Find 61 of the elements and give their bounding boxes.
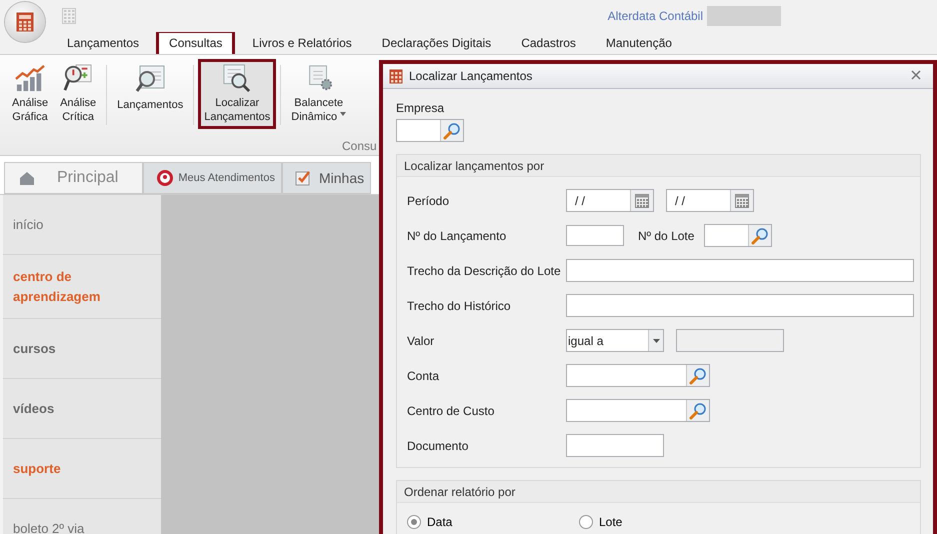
- field-label: Valor: [407, 334, 436, 348]
- menu-tab[interactable]: Manutenção: [592, 30, 685, 54]
- menu-tab[interactable]: Livros e Relatórios: [239, 30, 365, 54]
- page-tab[interactable]: Meus Atendimentos: [143, 162, 282, 194]
- radio-option[interactable]: Lote: [579, 515, 751, 529]
- bar-chart-icon: [14, 64, 46, 92]
- search-icon: [443, 122, 461, 140]
- field-label: Conta: [407, 368, 440, 382]
- search-icon: [689, 402, 707, 420]
- group-title: Localizar lançamentos por: [397, 155, 920, 177]
- home-icon: [19, 171, 35, 185]
- magnifier-document-icon: [62, 64, 94, 92]
- lookup-field[interactable]: [396, 119, 464, 142]
- ribbon-button[interactable]: Localizar Lançamentos: [198, 59, 276, 129]
- ribbon-button[interactable]: Balancete Dinâmico: [285, 59, 352, 129]
- input-field[interactable]: [566, 225, 624, 246]
- ribbon-button[interactable]: Análise Crítica: [54, 59, 102, 129]
- page-tab[interactable]: Minhas: [282, 162, 372, 194]
- ribbon-button[interactable]: Análise Gráfica: [6, 59, 54, 129]
- field-label: Nº do Lote: [638, 228, 694, 242]
- search-icon: [751, 226, 770, 244]
- dropdown-field[interactable]: igual a: [566, 329, 664, 352]
- document-search-icon: [134, 64, 166, 94]
- radio-button[interactable]: [407, 515, 421, 529]
- date-field[interactable]: / /: [666, 189, 754, 212]
- radio-button[interactable]: [579, 515, 593, 529]
- calendar-icon: [735, 194, 749, 208]
- ribbon-group-label: Consu: [342, 139, 377, 153]
- menu-tab[interactable]: Declarações Digitais: [368, 30, 504, 54]
- ribbon-button[interactable]: Lançamentos: [111, 59, 190, 129]
- calculator-icon[interactable]: [62, 8, 76, 24]
- radio-option[interactable]: Data: [407, 515, 579, 529]
- input-field[interactable]: [566, 434, 664, 457]
- window-title: Alterdata Contábil: [608, 9, 703, 23]
- menu-tab[interactable]: Cadastros: [508, 30, 589, 54]
- date-field[interactable]: / /: [566, 189, 654, 212]
- lookup-field[interactable]: [566, 364, 710, 387]
- field-label: Nº do Lançamento: [407, 228, 508, 242]
- menu-tab[interactable]: Consultas: [156, 30, 236, 54]
- lookup-field[interactable]: [704, 224, 772, 247]
- caret-icon: [652, 338, 660, 342]
- input-field[interactable]: [566, 259, 914, 282]
- calculator-icon: [16, 12, 34, 32]
- calculator-icon: [389, 68, 403, 84]
- dialog-title: Localizar Lançamentos: [409, 69, 532, 83]
- close-icon: [911, 70, 921, 80]
- field-label: Documento: [407, 438, 470, 452]
- caret-icon: [340, 112, 346, 116]
- field-label: Trecho da Descrição do Lote: [407, 264, 562, 278]
- menu-tab[interactable]: Lançamentos: [54, 30, 152, 54]
- field-label: Período: [407, 194, 450, 208]
- app-menu-button[interactable]: [5, 2, 45, 42]
- input-field[interactable]: [566, 294, 914, 317]
- group-title: Ordenar relatório por: [397, 481, 920, 503]
- field-label: Trecho do Histórico: [407, 298, 512, 312]
- lookup-field[interactable]: [566, 399, 710, 422]
- field-label: Centro de Custo: [407, 404, 496, 418]
- calendar-icon: [635, 194, 649, 208]
- field-label: Empresa: [396, 101, 446, 115]
- checkbox-icon: [294, 170, 311, 186]
- search-icon: [689, 366, 707, 384]
